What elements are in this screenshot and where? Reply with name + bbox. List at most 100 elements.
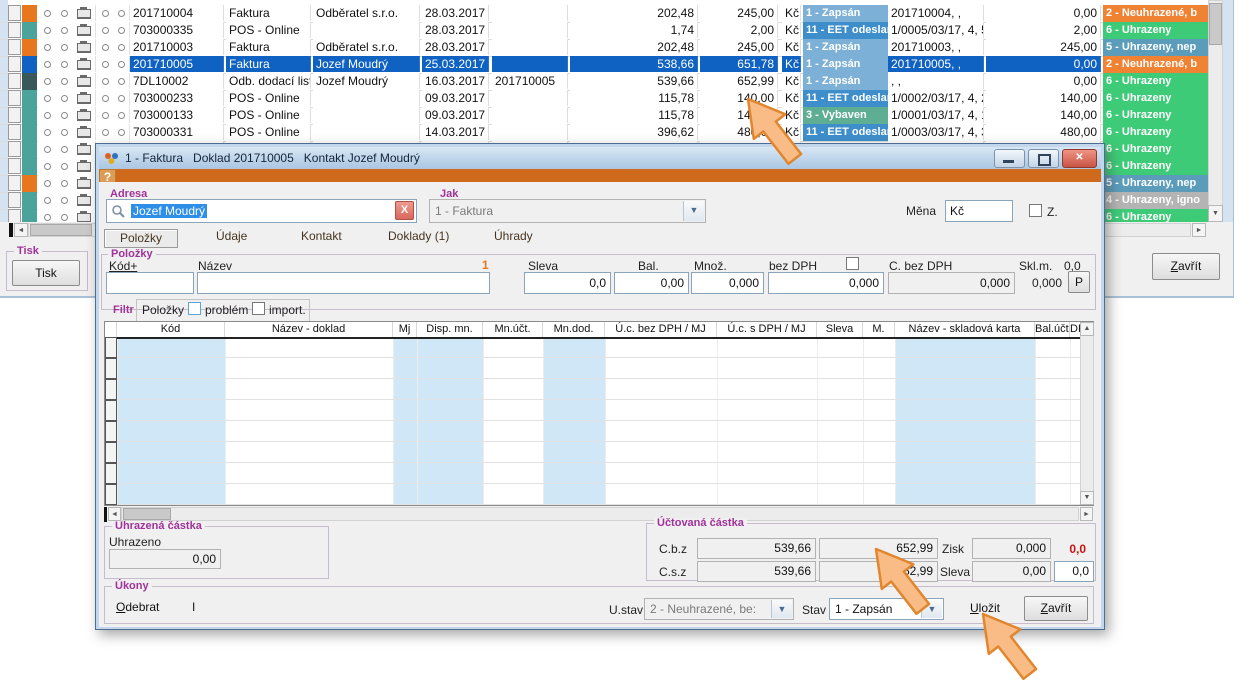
clear-icon[interactable]: X [395,201,414,220]
table-row[interactable]: 201710003FakturaOdběratel s.r.o.28.03.20… [0,39,1233,57]
items-col-header[interactable]: Název - skladová karta [895,322,1035,337]
items-col-header[interactable]: Mj [393,322,417,337]
tab-kontakt[interactable]: Kontakt [301,229,342,243]
invoice-dialog: 1 - Faktura Doklad 201710005 Kontakt Joz… [95,143,1105,630]
p-button[interactable]: P [1068,271,1090,293]
sleva-edit-input[interactable]: 0,0 [1054,561,1094,582]
items-row-selector[interactable] [105,358,117,379]
scroll-right-icon[interactable]: ► [1192,223,1206,237]
items-col-header[interactable]: Bal.účt. [1035,322,1070,337]
tab-doklady-1-[interactable]: Doklady (1) [388,229,449,243]
table-row[interactable]: 703000335POS - Online28.03.20171,742,00K… [0,22,1233,40]
h-scrollbar-thumb[interactable] [30,224,92,236]
row-type-indicator [22,192,37,209]
cell-amt1: 1,74 [570,22,698,38]
ustav-combo[interactable]: 2 - Neuhrazené, be: ▼ [644,598,794,620]
items-col-header[interactable]: Název - doklad [225,322,393,337]
row-selector[interactable] [8,39,21,55]
z-checkbox[interactable] [1029,204,1042,217]
items-col-header[interactable]: Sleva [817,322,863,337]
ukony-group-label: Úkony [112,581,152,592]
items-col-header[interactable] [105,322,117,337]
table-row[interactable]: 201710004FakturaOdběratel s.r.o.28.03.20… [0,5,1233,23]
items-row-selector[interactable] [105,379,117,400]
table-row[interactable]: 7DL10002Odb. dodací listJozef Moudrý16.0… [0,73,1233,91]
maximize-icon[interactable] [1028,149,1059,168]
adresa-input[interactable]: Jozef Moudrý [106,199,417,223]
row-selector[interactable] [8,141,21,157]
items-row-selector[interactable] [105,463,117,484]
bal-input[interactable]: 0,00 [614,272,689,294]
table-row[interactable]: 201710005FakturaJozef Moudrý25.03.201753… [0,56,1233,74]
tab-polo-ky[interactable]: Položky [104,229,178,248]
scroll-left-icon[interactable]: ◄ [108,507,121,521]
table-row[interactable]: 703000133POS - Online09.03.2017115,78140… [0,107,1233,125]
row-selector[interactable] [8,22,21,38]
row-selector[interactable] [8,90,21,106]
row-selector[interactable] [8,192,21,208]
cell-doc: 201710004 [130,5,224,21]
items-col-header[interactable]: Mn.účt. [483,322,543,337]
import-checkbox[interactable] [252,302,265,315]
printer-icon [72,5,96,21]
tisk-button[interactable]: Tisk [12,260,80,286]
items-row-selector[interactable] [105,400,117,421]
row-selector[interactable] [8,175,21,191]
cell-date: 25.03.2017 [422,56,489,72]
items-row-selector[interactable] [105,337,117,358]
v-scrollbar-thumb[interactable] [1209,3,1222,45]
items-row-selector[interactable] [105,484,117,505]
items-col-header[interactable]: Ú.c. s DPH / MJ [717,322,817,337]
cell-type: POS - Online [226,22,311,38]
scroll-down-icon[interactable]: ▼ [1208,205,1223,222]
close-icon[interactable]: ✕ [1062,149,1097,168]
status-badge: 6 - Uhrazeny [1103,141,1208,158]
bezdph-checkbox[interactable] [846,257,859,270]
items-row-selector[interactable] [105,442,117,463]
items-col-header[interactable]: Kód [117,322,225,337]
row-type-indicator [22,141,37,158]
table-row[interactable]: 703000233POS - Online09.03.2017115,78140… [0,90,1233,108]
items-h-thumb[interactable] [123,508,171,520]
items-h-track[interactable] [121,507,1079,521]
dialog-titlebar[interactable]: 1 - Faktura Doklad 201710005 Kontakt Joz… [99,147,1101,169]
minimize-icon[interactable] [994,149,1025,168]
row-selector[interactable] [8,124,21,140]
items-v-scrollbar[interactable] [1080,322,1094,505]
row-selector[interactable] [8,209,21,222]
chevron-down-icon[interactable]: ▼ [683,201,704,221]
problem-checkbox[interactable] [188,302,201,315]
bezdph-input[interactable]: 0,000 [768,272,884,294]
mnoz-input[interactable]: 0,000 [691,272,764,294]
chevron-down-icon[interactable]: ▼ [771,600,792,618]
sleva-input[interactable]: 0,0 [524,272,611,294]
scroll-up-icon[interactable]: ▲ [1080,322,1094,336]
cell-doc: 703000335 [130,22,224,38]
items-row-selector[interactable] [105,421,117,442]
scroll-down-icon[interactable]: ▼ [1080,491,1094,505]
sleva2-label: Sleva [940,565,970,579]
row-selector[interactable] [8,5,21,21]
tab--daje[interactable]: Údaje [216,229,247,243]
mena-input[interactable]: Kč [945,200,1013,222]
scroll-right-icon[interactable]: ► [1080,507,1093,521]
table-row[interactable]: 703000331POS - Online14.03.2017396,62480… [0,124,1233,142]
nazev-input[interactable] [197,272,490,294]
items-col-header[interactable]: Mn.dod. [543,322,605,337]
items-col-header[interactable]: Disp. mn. [417,322,483,337]
window-close-button[interactable]: Zavřít [1152,253,1220,280]
jak-combo[interactable]: 1 - Faktura ▼ [429,199,706,223]
tab--hrady[interactable]: Úhrady [494,229,533,243]
odebrat-button[interactable]: Odebrat [116,600,159,614]
row-selector[interactable] [8,73,21,89]
kod-input[interactable] [106,272,194,294]
dialog-zavrit-button[interactable]: Zavřít [1024,596,1088,621]
row-selector[interactable] [8,56,21,72]
scroll-left-icon[interactable]: ◄ [14,223,28,237]
row-selector[interactable] [8,158,21,174]
items-col-header[interactable]: M. [863,322,895,337]
record-dot-icon [38,22,56,38]
row-selector[interactable] [8,107,21,123]
cell-cur: Kč [782,73,801,89]
items-col-header[interactable]: Ú.c. bez DPH / MJ [605,322,717,337]
